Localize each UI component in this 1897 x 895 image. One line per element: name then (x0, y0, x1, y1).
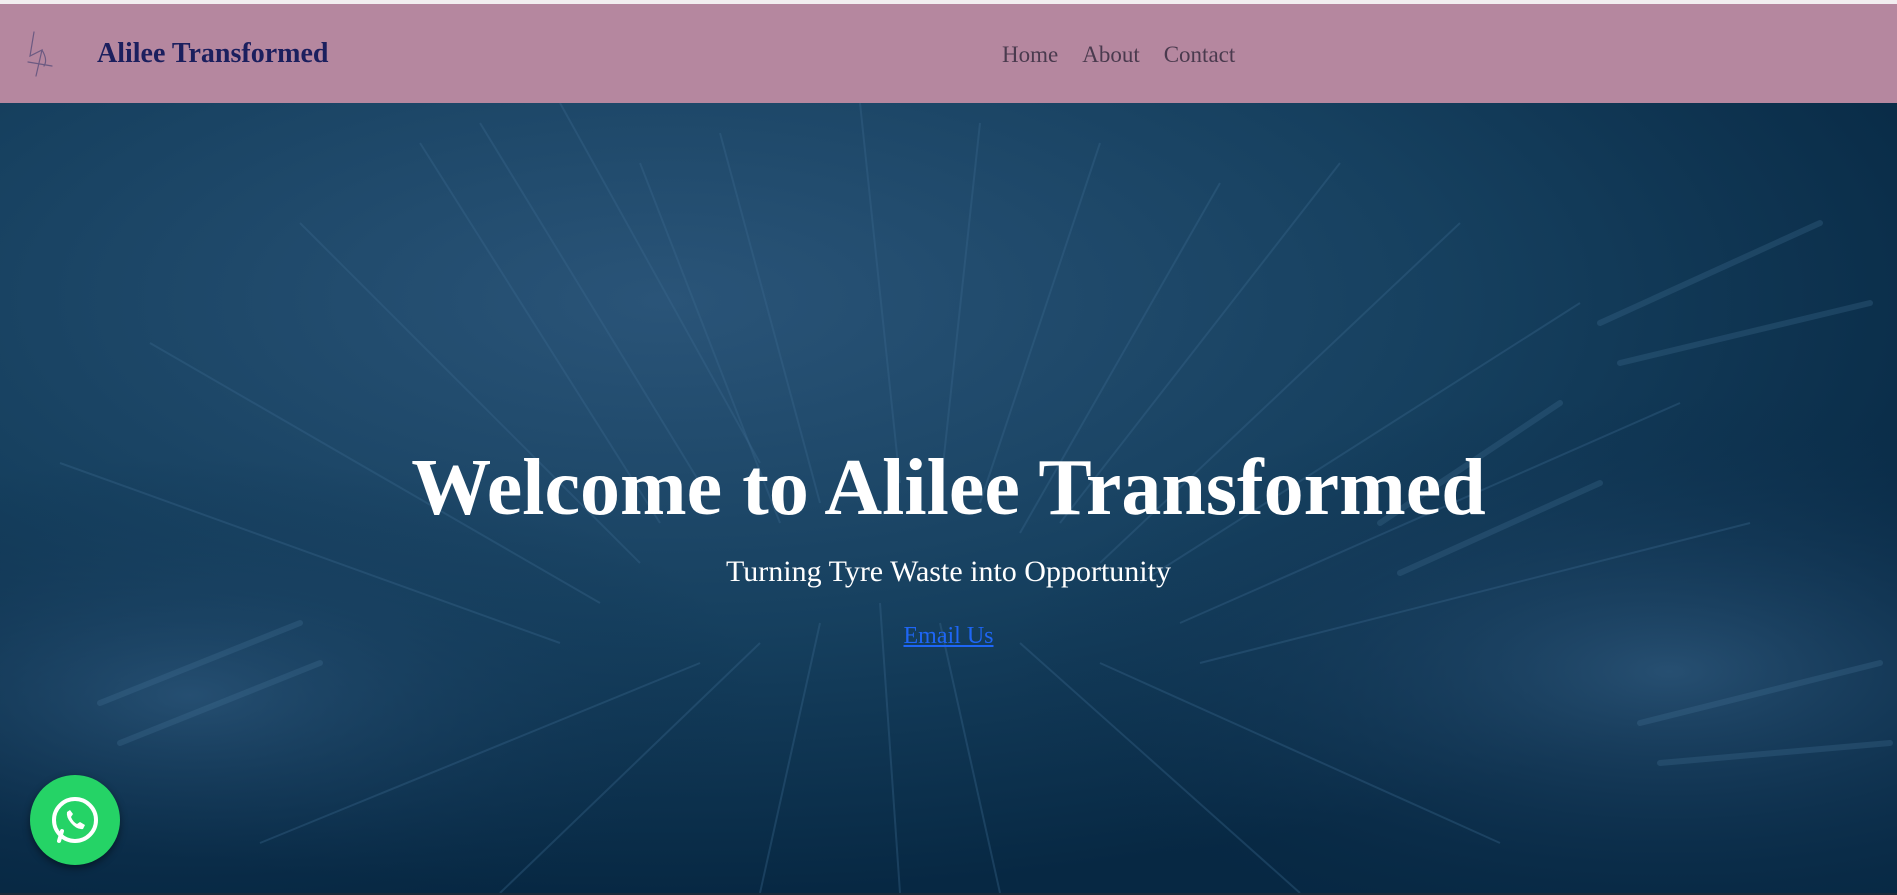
nav-home-link[interactable]: Home (1002, 42, 1058, 68)
main-nav: Home About Contact (1002, 42, 1235, 68)
signature-logo-icon[interactable] (22, 26, 62, 82)
hero-section: Welcome to Alilee Transformed Turning Ty… (0, 103, 1897, 893)
brand-title[interactable]: Alilee Transformed (97, 38, 328, 70)
hero-cta-container: Email Us (0, 623, 1897, 650)
hero-title: Welcome to Alilee Transformed (411, 444, 1486, 532)
whatsapp-icon (52, 797, 98, 843)
whatsapp-chat-button[interactable] (30, 775, 120, 865)
nav-contact-link[interactable]: Contact (1164, 42, 1236, 68)
hero-subtitle: Turning Tyre Waste into Opportunity (726, 555, 1171, 588)
email-us-link[interactable]: Email Us (904, 623, 994, 649)
nav-about-link[interactable]: About (1082, 42, 1140, 68)
navbar: Alilee Transformed Home About Contact (0, 4, 1897, 103)
